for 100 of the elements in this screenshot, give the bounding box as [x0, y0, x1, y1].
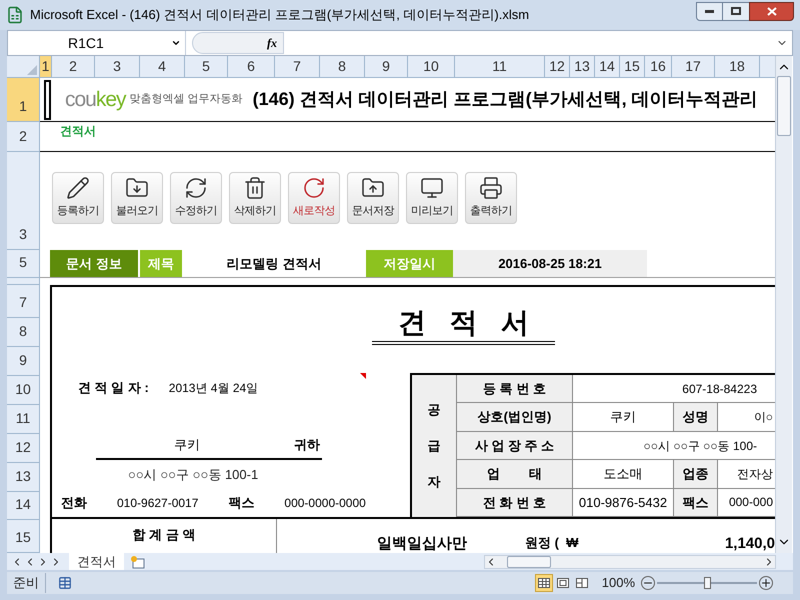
- corner-triangle-icon: [27, 65, 37, 75]
- restore-icon: [731, 7, 741, 15]
- fax-label: 팩스: [228, 494, 254, 512]
- status-text: 준비: [7, 573, 46, 593]
- document-title: 리모델링 견적서: [226, 254, 322, 273]
- column-header[interactable]: 9: [365, 56, 408, 77]
- zoom-slider-track[interactable]: [657, 576, 757, 590]
- saved-datetime: 2016-08-25 18:21: [453, 250, 647, 277]
- fax-number: 000-0000-0000: [284, 495, 366, 512]
- toolbar-button[interactable]: 미리보기: [406, 172, 458, 224]
- page-layout-icon: [556, 578, 569, 588]
- column-header[interactable]: 14: [595, 56, 620, 77]
- row-header[interactable]: 12: [7, 434, 39, 463]
- column-header[interactable]: 18: [715, 56, 760, 77]
- view-button[interactable]: [534, 574, 553, 592]
- active-cell[interactable]: [44, 80, 51, 120]
- column-header[interactable]: 16: [645, 56, 672, 77]
- toolbar-button[interactable]: 등록하기: [52, 172, 104, 224]
- won-label: 원정 ( ₩: [525, 534, 578, 552]
- toolbar-button[interactable]: 수정하기: [170, 172, 222, 224]
- column-header[interactable]: 13: [570, 56, 595, 77]
- row-header[interactable]: 9: [7, 347, 39, 376]
- column-header[interactable]: 3: [95, 56, 140, 77]
- name-box[interactable]: R1C1: [8, 31, 186, 55]
- toolbar-button[interactable]: 문서저장: [347, 172, 399, 224]
- sheet-title: (146) 견적서 데이터관리 프로그램(부가세선택, 데이터누적관리: [252, 88, 758, 111]
- zoom-in-icon[interactable]: [759, 576, 773, 590]
- row-header[interactable]: 1: [7, 78, 39, 122]
- insert-sheet-icon[interactable]: [130, 554, 146, 568]
- refresh-icon: [184, 176, 208, 200]
- column-header[interactable]: 15: [620, 56, 645, 77]
- minimize-button[interactable]: [696, 2, 723, 20]
- row-header[interactable]: 5: [7, 250, 39, 278]
- column-header[interactable]: 7: [275, 56, 320, 77]
- row-header[interactable]: 13: [7, 463, 39, 492]
- field-label: 제목: [140, 250, 182, 277]
- supplier-label-cell: 업 태: [457, 460, 573, 488]
- printer-icon: [479, 176, 503, 200]
- quote-date: 2013년 4월 24일: [168, 380, 258, 396]
- row-header[interactable]: 2: [7, 122, 39, 152]
- trash-icon: [243, 176, 267, 200]
- maximize-button[interactable]: [723, 2, 749, 20]
- scroll-thumb[interactable]: [507, 556, 551, 568]
- row-header[interactable]: 8: [7, 318, 39, 347]
- supplier-value-cell-text: ○○시 ○○구 ○○동 100-: [642, 438, 758, 455]
- supplier-value-cell-text: 607-18-84223: [681, 380, 758, 398]
- vertical-scrollbar[interactable]: [775, 56, 792, 553]
- circular-arrow-icon: [302, 176, 326, 200]
- zoom-slider-thumb[interactable]: [704, 577, 711, 589]
- total-amount: 1,140,0: [724, 534, 775, 553]
- page-break-icon: [576, 578, 588, 588]
- row-header[interactable]: 11: [7, 405, 39, 434]
- row-header[interactable]: 10: [7, 376, 39, 405]
- column-header[interactable]: 10: [408, 56, 455, 77]
- supplier-label-cell: 전 화 번 호: [457, 488, 573, 516]
- coukey-logo: coukey: [65, 86, 126, 113]
- toolbar-button[interactable]: 출력하기: [465, 172, 517, 224]
- column-header[interactable]: 12: [545, 56, 570, 77]
- toolbar-button[interactable]: 삭제하기: [229, 172, 281, 224]
- dropdown-caret-icon: [171, 38, 181, 48]
- supplier-label-cell: 팩스: [674, 488, 718, 516]
- total-in-words: 일백일십사만: [377, 534, 467, 553]
- phone-number: 010-9627-0017: [117, 495, 198, 512]
- supplier-label-cell: 사 업 장 주 소: [457, 432, 573, 460]
- column-header[interactable]: 6: [228, 56, 275, 77]
- column-header[interactable]: 4: [140, 56, 185, 77]
- horizontal-scrollbar[interactable]: [484, 554, 776, 568]
- column-header[interactable]: 11: [455, 56, 545, 77]
- minimize-icon: [705, 10, 714, 12]
- sheet-subtitle: 견적서: [60, 123, 96, 140]
- supplier-value-cell-text: 전자상: [736, 466, 774, 483]
- row-header[interactable]: 7: [7, 285, 39, 318]
- supplier-label-cell: 업종: [674, 460, 718, 488]
- column-header[interactable]: 5: [185, 56, 228, 77]
- zoom-level[interactable]: 100%: [602, 573, 635, 593]
- section-label: 문서 정보: [50, 250, 138, 277]
- scroll-thumb[interactable]: [777, 76, 791, 136]
- comment-indicator-icon: [360, 373, 366, 379]
- close-button[interactable]: [749, 2, 794, 20]
- row-header[interactable]: 3: [7, 152, 39, 250]
- recipient-address: ○○시 ○○구 ○○동 100-1: [128, 466, 258, 484]
- close-icon: [766, 6, 776, 16]
- column-header[interactable]: 2: [52, 56, 95, 77]
- supplier-label-cell: 상호(법인명): [457, 403, 573, 431]
- logo-tagline: 맞춤형엑셀 업무자동화: [130, 92, 243, 108]
- column-header[interactable]: 8: [320, 56, 365, 77]
- recipient-name: 쿠키: [174, 436, 200, 454]
- column-header[interactable]: 1: [40, 56, 52, 77]
- toolbar-button[interactable]: 불러오기: [111, 172, 163, 224]
- sheet-tab[interactable]: 견적서: [69, 553, 124, 570]
- supplier-label-cell: 등 록 번 호: [457, 375, 573, 402]
- supplier-value-cell-text: 000-000: [728, 494, 774, 512]
- normal-view-icon: [538, 578, 550, 588]
- fx-label[interactable]: fx: [267, 34, 277, 52]
- zoom-out-icon[interactable]: [641, 576, 655, 590]
- honorific: 귀하: [294, 436, 320, 454]
- toolbar-button[interactable]: 새로작성: [288, 172, 340, 224]
- row-header[interactable]: 14: [7, 492, 39, 520]
- column-header[interactable]: 17: [672, 56, 715, 77]
- quote-heading: 견 적 서: [372, 305, 555, 345]
